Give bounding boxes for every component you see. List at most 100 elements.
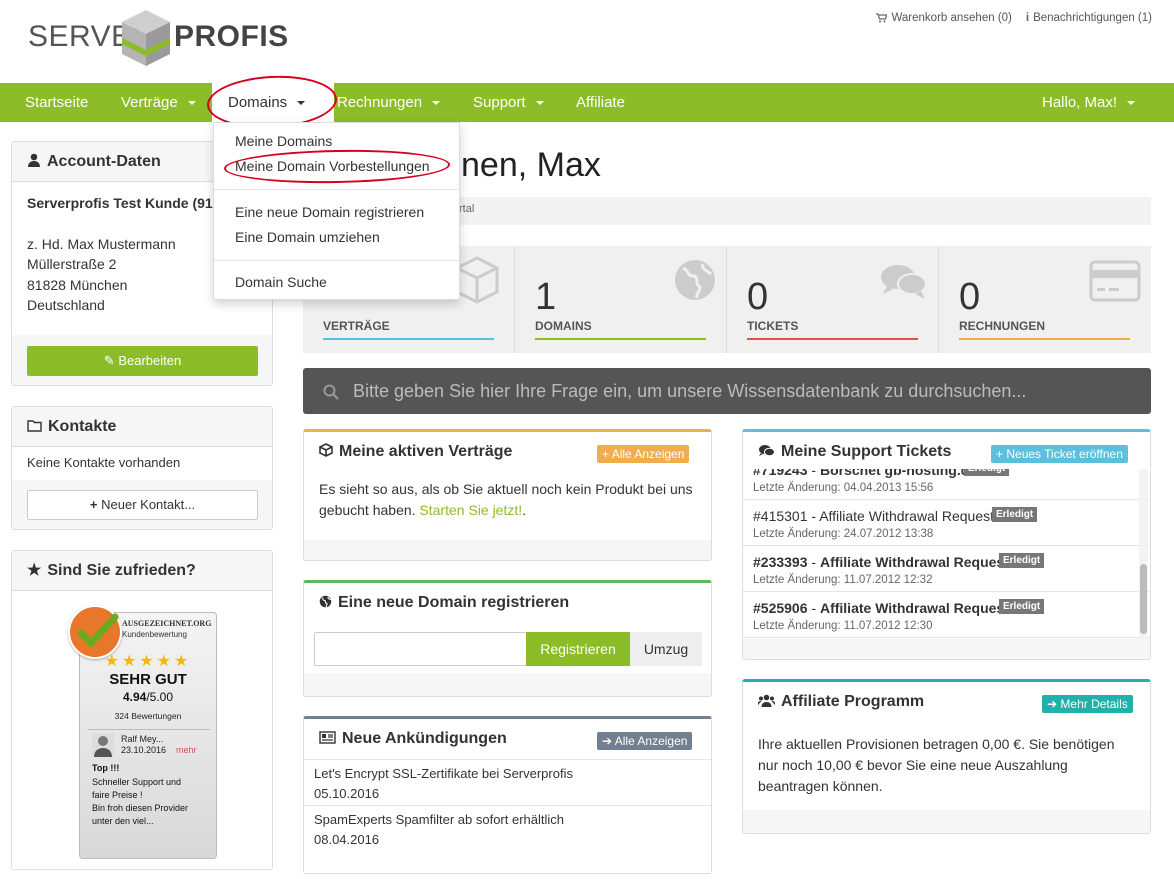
- star-icon: ★: [139, 653, 157, 670]
- dropdown-domain-registrieren[interactable]: Eine neue Domain registrieren: [235, 204, 424, 220]
- ticket-date: Letzte Änderung: 11.07.2012 12:32: [753, 574, 933, 586]
- announcement-date: 08.04.2016: [314, 832, 380, 847]
- rating-brand: AUSGEZEICHNET.ORG: [122, 619, 212, 628]
- stat-tickets[interactable]: 0 TICKETS: [727, 246, 939, 353]
- contracts-panel-title: Meine aktiven Verträge: [339, 443, 513, 460]
- ticket-date: Letzte Änderung: 11.07.2012 12:30: [753, 620, 933, 632]
- contracts-start-link[interactable]: Starten Sie jetzt!: [419, 502, 522, 518]
- tickets-list: #719243 - Borschet gb-hosting.de Erledig…: [743, 469, 1150, 639]
- newspaper-icon: [319, 731, 336, 744]
- ticket-item[interactable]: #415301 - Affiliate Withdrawal Request E…: [743, 500, 1150, 546]
- ticket-id: #415301: [753, 508, 808, 524]
- announcements-panel-title: Neue Ankündigungen: [342, 730, 507, 747]
- ticket-subject: Affiliate Withdrawal Request: [819, 554, 1009, 570]
- cart-icon: [876, 13, 888, 23]
- affiliate-panel: Affiliate Programm ➔ Mehr Details Ihre a…: [742, 679, 1151, 834]
- contracts-show-all-label: Alle Anzeigen: [611, 447, 685, 461]
- satisfaction-panel-header: ★ Sind Sie zufrieden?: [12, 551, 272, 591]
- affiliate-text: Ihre aktuellen Provisionen betragen 0,00…: [758, 736, 1115, 794]
- new-contact-label: Neuer Kontakt...: [101, 497, 196, 512]
- announcement-item[interactable]: Let's Encrypt SSL-Zertifikate bei Server…: [304, 759, 711, 805]
- stat-domains[interactable]: 1 DOMAINS: [515, 246, 727, 353]
- domain-register-panel-body: Registrieren Umzug: [304, 623, 711, 673]
- dropdown-domain-suche[interactable]: Domain Suche: [235, 274, 327, 290]
- ticket-item[interactable]: #233393 - Affiliate Withdrawal Request E…: [743, 546, 1150, 592]
- edit-account-button[interactable]: ✎ Bearbeiten: [27, 346, 258, 376]
- star-icon: ★: [121, 653, 140, 670]
- logo[interactable]: SERVER PROFIS: [28, 8, 288, 70]
- new-contact-button[interactable]: + Neuer Kontakt...: [27, 490, 258, 520]
- contacts-panel-title: Kontakte: [48, 418, 117, 435]
- dropdown-meine-domains[interactable]: Meine Domains: [235, 133, 332, 149]
- review-line: unter den viel...: [92, 816, 154, 826]
- rating-subtitle: Kundenbewertung: [122, 630, 187, 639]
- checkmark-icon: [77, 613, 119, 649]
- announcements-show-all-button[interactable]: ➔ Alle Anzeigen: [597, 732, 693, 750]
- header-links: Warenkorb ansehen (0) i Benachrichtigung…: [876, 12, 1152, 24]
- rating-widget[interactable]: AUSGEZEICHNET.ORG Kundenbewertung ★★★★★ …: [68, 605, 217, 859]
- satisfaction-panel-body: AUSGEZEICHNET.ORG Kundenbewertung ★★★★★ …: [12, 591, 272, 869]
- tickets-scrollbar[interactable]: [1139, 469, 1148, 639]
- credit-card-icon: [1089, 260, 1141, 302]
- nav-startseite[interactable]: Startseite: [25, 83, 88, 122]
- knowledgebase-search-input[interactable]: Bitte geben Sie hier Ihre Frage ein, um …: [303, 368, 1151, 414]
- rating-score: 4.94/5.00: [80, 690, 216, 704]
- ticket-id: #525906: [753, 600, 808, 616]
- stat-bar: [747, 338, 918, 340]
- announcement-date: 05.10.2016: [314, 786, 380, 801]
- globe-icon: [675, 260, 715, 300]
- ticket-title: #233393 - Affiliate Withdrawal Request: [753, 554, 1009, 570]
- plus-icon: +: [996, 447, 1004, 461]
- stat-bar: [535, 338, 706, 340]
- contacts-panel-header: Kontakte: [12, 407, 272, 447]
- review-line: Bin froh diesen Provider: [92, 803, 189, 813]
- cube-icon: [455, 256, 499, 304]
- transfer-domain-button[interactable]: Umzug: [630, 632, 702, 666]
- page-title: nen, Max: [461, 146, 601, 184]
- rating-text: SEHR GUT: [109, 671, 187, 688]
- cart-label: Warenkorb ansehen (0): [891, 12, 1012, 24]
- ticket-title: #719243 - Borschet gb-hosting.de: [753, 469, 977, 478]
- stat-rechnungen[interactable]: 0 RECHNUNGEN: [939, 246, 1151, 353]
- ticket-id: #233393: [753, 554, 808, 570]
- satisfaction-panel-title: Sind Sie zufrieden?: [47, 562, 196, 579]
- plus-icon: +: [89, 497, 98, 512]
- ticket-item[interactable]: #719243 - Borschet gb-hosting.de Erledig…: [743, 469, 1150, 500]
- affiliate-details-button[interactable]: ➔ Mehr Details: [1042, 695, 1133, 713]
- star-icon: ★: [104, 653, 122, 670]
- nav-rechnungen-label: Rechnungen: [337, 94, 423, 111]
- caret-down-icon: [1127, 101, 1136, 106]
- review-more-link[interactable]: mehr: [176, 745, 197, 755]
- contracts-panel: Meine aktiven Verträge + Alle Anzeigen E…: [303, 429, 712, 561]
- ticket-date: Letzte Änderung: 24.07.2012 13:38: [753, 528, 934, 540]
- nav-support[interactable]: Support: [473, 83, 544, 122]
- review-title: Top !!!: [92, 763, 120, 773]
- new-ticket-button[interactable]: + Neues Ticket eröffnen: [991, 445, 1128, 463]
- star-icon: ★: [27, 562, 42, 579]
- register-domain-button[interactable]: Registrieren: [526, 632, 630, 666]
- cart-link[interactable]: Warenkorb ansehen (0): [876, 12, 1012, 24]
- user-icon: [28, 153, 40, 167]
- ticket-item[interactable]: #525906 - Affiliate Withdrawal Request E…: [743, 592, 1150, 638]
- nav-rechnungen[interactable]: Rechnungen: [337, 83, 441, 122]
- reviewer-avatar: [92, 733, 114, 757]
- dropdown-domain-umziehen[interactable]: Eine Domain umziehen: [235, 229, 380, 245]
- review-line: Schneller Support und: [92, 777, 182, 787]
- nav-affiliate[interactable]: Affiliate: [576, 83, 625, 122]
- announcement-item[interactable]: SpamExperts Spamfilter ab sofort erhältl…: [304, 805, 711, 851]
- affiliate-details-label: Mehr Details: [1060, 697, 1128, 711]
- domain-search-field[interactable]: [314, 632, 527, 666]
- pencil-icon: ✎: [103, 353, 115, 368]
- contracts-show-all-button[interactable]: + Alle Anzeigen: [597, 445, 690, 463]
- reviewer-name: Ralf Mey...: [121, 734, 164, 744]
- nav-support-label: Support: [473, 94, 526, 111]
- scrollbar-thumb[interactable]: [1140, 564, 1147, 634]
- user-menu[interactable]: Hallo, Max!: [1042, 83, 1136, 122]
- ticket-title: #415301 - Affiliate Withdrawal Request: [753, 508, 995, 524]
- notifications-link[interactable]: i Benachrichtigungen (1): [1026, 12, 1152, 24]
- dropdown-divider: [214, 260, 459, 261]
- stat-label: VERTRÄGE: [323, 319, 390, 333]
- nav-vertraege[interactable]: Verträge: [121, 83, 196, 122]
- domain-register-panel-title: Eine neue Domain registrieren: [338, 594, 570, 611]
- notifications-label: Benachrichtigungen (1): [1033, 12, 1152, 24]
